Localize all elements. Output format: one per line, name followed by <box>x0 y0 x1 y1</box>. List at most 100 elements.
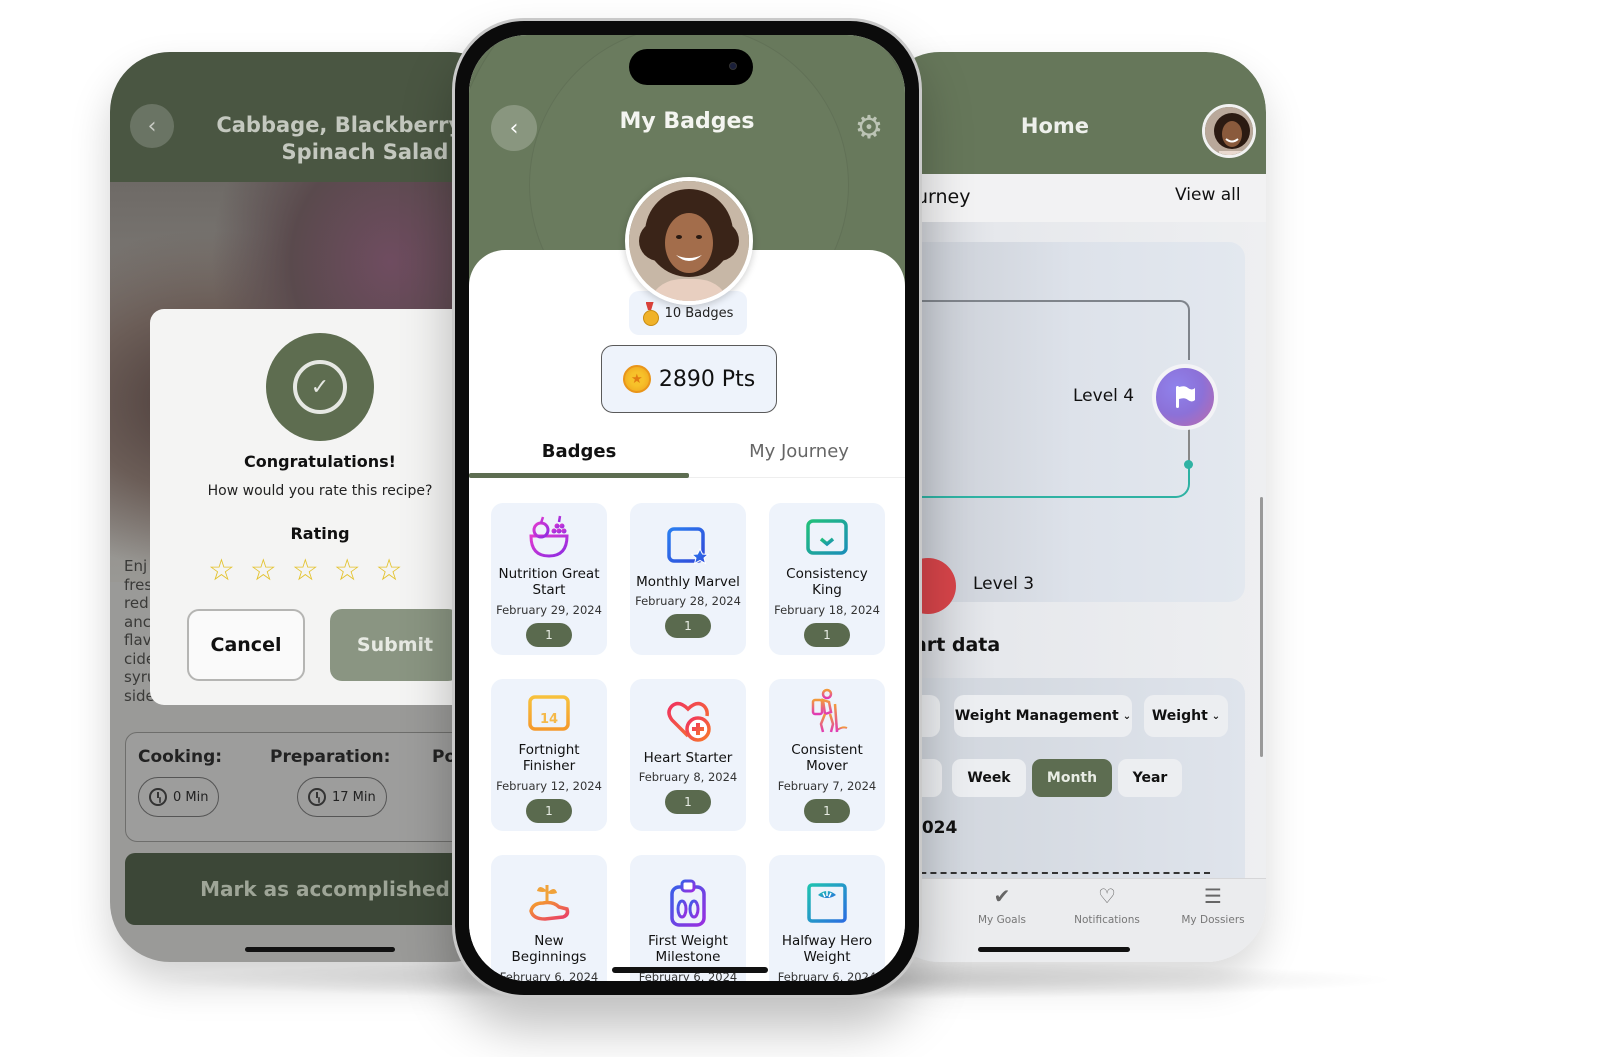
home-title: Home <box>1020 114 1090 138</box>
chart-dashed-line <box>900 872 1210 874</box>
points-value: 2890 Pts <box>658 366 756 392</box>
badge-card[interactable]: Consistency King February 18, 2024 1 <box>769 503 885 655</box>
svg-text:14: 14 <box>540 712 558 727</box>
submit-button[interactable]: Submit <box>330 609 460 681</box>
profile-avatar[interactable] <box>625 177 753 305</box>
preparation-label: Preparation: <box>270 747 391 767</box>
badge-name: Monthly Marvel <box>636 573 740 590</box>
metric-dropdown[interactable]: Weight ⌄ <box>1144 695 1228 737</box>
star-icon[interactable]: ☆ <box>334 555 361 587</box>
badge-name: Nutrition Great Start <box>498 565 600 599</box>
badge-name: Halfway Hero Weight <box>781 932 873 966</box>
badge-card[interactable]: Heart Starter February 8, 2024 1 <box>630 679 746 831</box>
badge-date: February 18, 2024 <box>774 602 880 617</box>
badge-name: Consistent Mover <box>791 741 863 775</box>
badge-name: First Weight Milestone <box>648 932 728 966</box>
tab-label: My Dossiers <box>1181 914 1245 926</box>
scale-feet-icon <box>670 879 706 927</box>
recipe-phone: ‹ Cabbage, Blackberry and Spinach Salad … <box>110 52 510 962</box>
star-rating: ☆ ☆ ☆ ☆ ☆ <box>208 555 403 587</box>
tab-my-journey[interactable]: My Journey <box>689 441 905 462</box>
badge-name: Fortnight Finisher <box>518 741 580 775</box>
calendar-check-icon <box>806 515 848 555</box>
home-indicator <box>612 967 768 973</box>
view-all-link[interactable]: View all <box>1175 185 1241 205</box>
scrollbar[interactable] <box>1260 497 1263 757</box>
chevron-left-icon: ‹ <box>147 113 157 139</box>
clock-icon <box>149 788 167 806</box>
bell-icon: ♡ <box>1098 884 1116 908</box>
clock-icon <box>308 788 326 806</box>
chart-section-title: art data <box>914 634 1001 656</box>
dropdown-value: Weight <box>1151 708 1208 724</box>
badge-count: 1 <box>665 790 711 815</box>
star-icon[interactable]: ☆ <box>208 555 235 587</box>
badge-card[interactable]: Consistent Mover February 7, 2024 1 <box>769 679 885 831</box>
camera-icon <box>729 62 737 70</box>
star-icon[interactable]: ☆ <box>250 555 277 587</box>
badge-name: New Beginnings <box>511 932 587 966</box>
star-icon[interactable]: ☆ <box>376 555 403 587</box>
home-indicator <box>245 947 395 952</box>
points-card: ★ 2890 Pts <box>601 345 777 413</box>
home-indicator <box>978 947 1130 952</box>
tab-label: My Goals <box>978 914 1026 926</box>
cancel-button[interactable]: Cancel <box>187 609 305 681</box>
checkmark-icon: ✓ <box>293 360 347 414</box>
tab-notifications[interactable]: ♡ Notifications <box>1067 884 1147 926</box>
badge-card[interactable]: Nutrition Great Start February 29, 2024 … <box>491 503 607 655</box>
tab-my-goals[interactable]: ✔ My Goals <box>962 884 1042 926</box>
cooking-time: 0 Min <box>138 777 220 817</box>
modal-question: How would you rate this recipe? <box>207 483 433 499</box>
cooking-label: Cooking: <box>138 747 223 767</box>
dropdown-value: Weight Management <box>954 708 1119 724</box>
calendar-star-icon <box>667 523 710 565</box>
badge-card[interactable]: New Beginnings February 6, 2024 <box>491 855 607 981</box>
badge-date: February 29, 2024 <box>496 602 602 617</box>
rating-label: Rating <box>290 524 350 543</box>
badge-card[interactable]: Halfway Hero Weight February 6, 2024 <box>769 855 885 981</box>
journey-title: urney <box>916 186 971 208</box>
heart-plus-icon <box>667 701 711 742</box>
badge-card[interactable]: Monthly Marvel February 28, 2024 1 <box>630 503 746 655</box>
document-icon: ☰ <box>1204 884 1222 908</box>
badge-date: February 8, 2024 <box>638 770 738 785</box>
badge-check-icon: ✔ <box>993 884 1011 908</box>
tab-badges[interactable]: Badges <box>469 441 689 462</box>
badge-card[interactable]: 14 Fortnight Finisher February 12, 2024 … <box>491 679 607 831</box>
back-button[interactable]: ‹ <box>130 104 174 148</box>
period-month[interactable]: Month <box>1032 759 1112 797</box>
preparation-time: 17 Min <box>297 777 387 817</box>
badge-count-text: 10 Badges <box>664 305 734 321</box>
level-label: Level 3 <box>973 574 1035 594</box>
chevron-down-icon: ⌄ <box>1211 710 1221 722</box>
badge-count: 1 <box>665 614 711 639</box>
home-phone: Home urney View all Level 4 Level 3 art … <box>880 52 1266 962</box>
preparation-time-value: 17 Min <box>332 789 376 805</box>
recipe-header: ‹ Cabbage, Blackberry and Spinach Salad <box>110 52 510 182</box>
hiker-icon <box>811 688 848 732</box>
goal-dropdown[interactable]: Weight Management ⌄ <box>954 695 1132 737</box>
badge-date: February 7, 2024 <box>777 778 877 793</box>
badge-count: 1 <box>526 622 572 647</box>
user-avatar[interactable] <box>1202 104 1256 158</box>
level-node[interactable] <box>1152 364 1218 430</box>
tab-my-dossiers[interactable]: ☰ My Dossiers <box>1173 884 1253 926</box>
rating-modal: ✓ Congratulations! How would you rate th… <box>150 309 470 705</box>
badge-count: 1 <box>526 798 572 823</box>
period-week[interactable]: Week <box>952 759 1026 797</box>
badge-date: February 6, 2024 <box>499 969 599 982</box>
settings-button[interactable]: ⚙ <box>851 108 887 146</box>
level-label: Level 4 <box>1073 386 1135 406</box>
star-icon[interactable]: ☆ <box>292 555 319 587</box>
period-year[interactable]: Year <box>1118 759 1182 797</box>
fruit-bowl-icon <box>529 515 569 558</box>
gear-icon: ⚙ <box>854 108 884 146</box>
badge-card[interactable]: First Weight Milestone February 6, 2024 <box>630 855 746 981</box>
flag-icon <box>1176 386 1195 408</box>
modal-title: Congratulations! <box>244 452 396 471</box>
journey-progress-path <box>920 464 1190 498</box>
cooking-time-value: 0 Min <box>173 789 209 805</box>
page-title: My Badges <box>619 109 755 134</box>
dynamic-island <box>629 49 753 85</box>
